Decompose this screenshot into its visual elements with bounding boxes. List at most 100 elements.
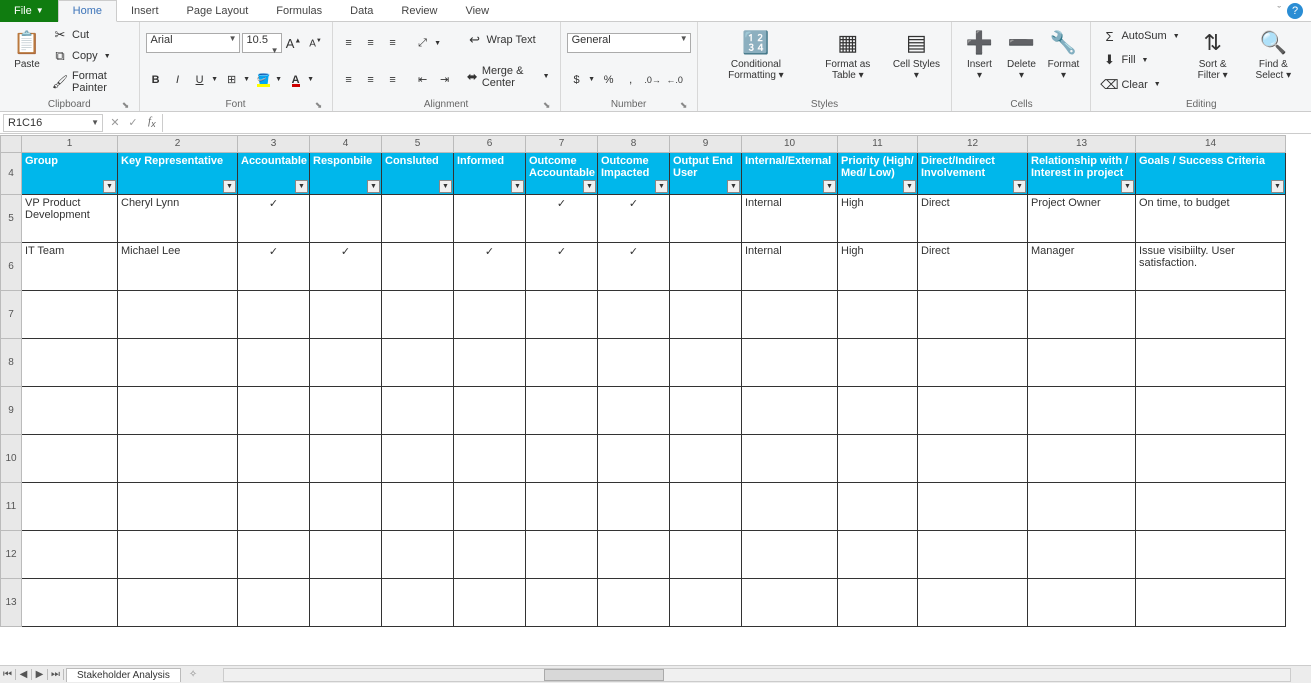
cell[interactable]: [526, 387, 598, 435]
column-header[interactable]: 11: [838, 135, 918, 153]
filter-dropdown-icon[interactable]: ▼: [903, 180, 916, 193]
cell[interactable]: [454, 291, 526, 339]
table-header-cell[interactable]: Internal/External▼: [742, 153, 838, 195]
row-header[interactable]: 5: [0, 195, 22, 243]
column-header[interactable]: 8: [598, 135, 670, 153]
cell[interactable]: [670, 483, 742, 531]
cell[interactable]: [22, 531, 118, 579]
cell[interactable]: ✓: [598, 243, 670, 291]
cell[interactable]: [454, 579, 526, 627]
cell[interactable]: [118, 387, 238, 435]
cell[interactable]: [526, 435, 598, 483]
column-header[interactable]: 13: [1028, 135, 1136, 153]
tab-view[interactable]: View: [451, 0, 503, 22]
cell[interactable]: [670, 387, 742, 435]
cell[interactable]: [598, 339, 670, 387]
cell[interactable]: [598, 291, 670, 339]
table-header-cell[interactable]: Accountable▼: [238, 153, 310, 195]
align-middle-button[interactable]: ≡: [361, 33, 381, 53]
cell[interactable]: Michael Lee: [118, 243, 238, 291]
cell[interactable]: [670, 531, 742, 579]
cell[interactable]: ✓: [238, 195, 310, 243]
paste-button[interactable]: 📋 Paste: [6, 24, 48, 97]
cell[interactable]: [382, 483, 454, 531]
cell[interactable]: [118, 435, 238, 483]
cell[interactable]: [454, 483, 526, 531]
cell[interactable]: ✓: [598, 195, 670, 243]
cell[interactable]: Direct: [918, 195, 1028, 243]
cell[interactable]: [1028, 435, 1136, 483]
filter-dropdown-icon[interactable]: ▼: [295, 180, 308, 193]
cell[interactable]: [1136, 435, 1286, 483]
name-box[interactable]: R1C16▼: [3, 114, 103, 132]
sheet-tab[interactable]: Stakeholder Analysis: [66, 668, 181, 682]
cell[interactable]: [918, 435, 1028, 483]
table-header-cell[interactable]: Key Representative▼: [118, 153, 238, 195]
cell[interactable]: [742, 483, 838, 531]
cell[interactable]: [598, 531, 670, 579]
row-header[interactable]: 8: [0, 339, 22, 387]
shrink-font-button[interactable]: A▼: [306, 33, 326, 53]
column-header[interactable]: 3: [238, 135, 310, 153]
cell[interactable]: [382, 579, 454, 627]
table-header-cell[interactable]: Responbile▼: [310, 153, 382, 195]
cell[interactable]: [838, 339, 918, 387]
conditional-formatting-button[interactable]: 🔢Conditional Formatting ▾: [704, 24, 809, 97]
cell[interactable]: Internal: [742, 195, 838, 243]
cell[interactable]: [22, 579, 118, 627]
cell[interactable]: [526, 483, 598, 531]
cell[interactable]: [1136, 387, 1286, 435]
cell[interactable]: [742, 291, 838, 339]
table-header-cell[interactable]: Output End User▼: [670, 153, 742, 195]
underline-button[interactable]: U: [190, 70, 210, 90]
cell[interactable]: [918, 531, 1028, 579]
cell[interactable]: [742, 435, 838, 483]
column-header[interactable]: 1: [22, 135, 118, 153]
orientation-dropdown[interactable]: ▼: [433, 33, 443, 53]
cell[interactable]: ✓: [526, 195, 598, 243]
cell[interactable]: [526, 339, 598, 387]
cell[interactable]: [1136, 291, 1286, 339]
cell[interactable]: [838, 387, 918, 435]
filter-dropdown-icon[interactable]: ▼: [103, 180, 116, 193]
cell[interactable]: [1028, 291, 1136, 339]
cell[interactable]: [670, 291, 742, 339]
merge-center-button[interactable]: ⬌Merge & Center▼: [463, 63, 554, 91]
cell[interactable]: IT Team: [22, 243, 118, 291]
table-header-cell[interactable]: Relationship with / Interest in project▼: [1028, 153, 1136, 195]
row-header[interactable]: 10: [0, 435, 22, 483]
cell[interactable]: [310, 387, 382, 435]
format-cells-button[interactable]: 🔧Format▾: [1042, 24, 1084, 97]
filter-dropdown-icon[interactable]: ▼: [439, 180, 452, 193]
cell[interactable]: [670, 243, 742, 291]
column-header[interactable]: 12: [918, 135, 1028, 153]
column-header[interactable]: 7: [526, 135, 598, 153]
fill-color-button[interactable]: 🪣: [254, 70, 274, 90]
align-left-button[interactable]: ≡: [339, 70, 359, 90]
cell[interactable]: [454, 387, 526, 435]
align-center-button[interactable]: ≡: [361, 70, 381, 90]
cell[interactable]: [918, 579, 1028, 627]
cell[interactable]: [526, 579, 598, 627]
cell[interactable]: [118, 579, 238, 627]
filter-dropdown-icon[interactable]: ▼: [1271, 180, 1284, 193]
tab-insert[interactable]: Insert: [117, 0, 173, 22]
cell[interactable]: [1136, 531, 1286, 579]
fill-color-dropdown[interactable]: ▼: [274, 70, 284, 90]
column-header[interactable]: 2: [118, 135, 238, 153]
cell[interactable]: [454, 435, 526, 483]
cell[interactable]: [22, 387, 118, 435]
row-header[interactable]: 7: [0, 291, 22, 339]
tab-formulas[interactable]: Formulas: [262, 0, 336, 22]
filter-dropdown-icon[interactable]: ▼: [655, 180, 668, 193]
table-header-cell[interactable]: Consluted▼: [382, 153, 454, 195]
cell[interactable]: [454, 531, 526, 579]
cell[interactable]: [1028, 387, 1136, 435]
insert-cells-button[interactable]: ➕Insert▾: [958, 24, 1000, 97]
cell[interactable]: [382, 195, 454, 243]
cell[interactable]: [838, 579, 918, 627]
cell[interactable]: [838, 531, 918, 579]
cell[interactable]: Issue visibiilty. User satisfaction.: [1136, 243, 1286, 291]
table-header-cell[interactable]: Direct/Indirect Involvement▼: [918, 153, 1028, 195]
cell[interactable]: ✓: [526, 243, 598, 291]
